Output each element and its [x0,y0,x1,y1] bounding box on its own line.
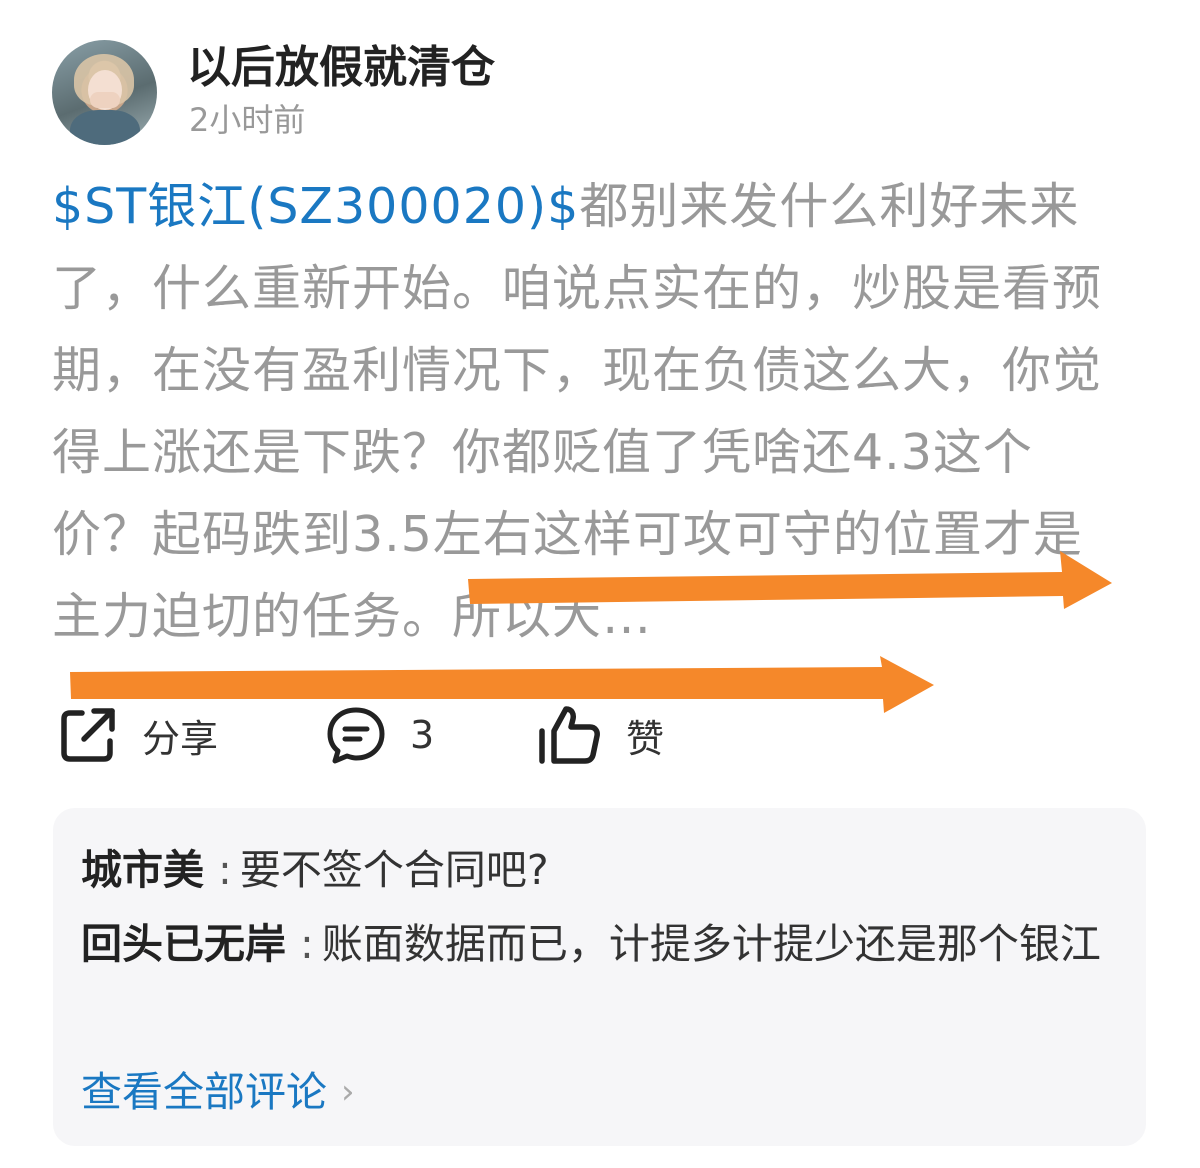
comment-separator: : [218,846,232,894]
comment-separator: : [300,920,314,968]
avatar-hands [90,92,120,108]
avatar[interactable] [52,40,157,145]
comment-icon [326,705,386,765]
comments-panel: 城市美: 要不签个合同吧? 回头已无岸: 账面数据而已，计提多计提少还是那个银江 查… [53,808,1146,1146]
stock-link[interactable]: $ST银江(SZ300020)$ [52,178,579,235]
comment-text: 账面数据而已，计提多计提少还是那个银江 [321,920,1101,968]
view-all-comments-label: 查看全部评论 [81,1068,327,1116]
share-button[interactable]: 分享 [58,700,218,770]
comment-item[interactable]: 回头已无岸: 账面数据而已，计提多计提少还是那个银江 [81,912,1111,977]
thumbs-up-icon [538,705,602,765]
comment-count: 3 [410,713,435,757]
share-label: 分享 [142,716,219,761]
comment-item[interactable]: 城市美: 要不签个合同吧? [81,838,1111,903]
comment-author[interactable]: 城市美 [81,846,204,894]
view-all-comments-link[interactable]: 查看全部评论 › [81,1064,355,1120]
post-content[interactable]: $ST银江(SZ300020)$都别来发什么利好未来了，什么重新开始。咱说点实在… [52,166,1132,658]
share-icon [58,705,118,765]
like-button[interactable]: 赞 [538,700,664,770]
author-name[interactable]: 以后放假就清仓 [187,40,495,96]
post-header: 以后放假就清仓 2小时前 [52,40,1152,150]
avatar-body [70,110,140,145]
post-text: 都别来发什么利好未来了，什么重新开始。咱说点实在的，炒股是看预期，在没有盈利情况… [52,178,1103,645]
chevron-right-icon: › [341,1072,355,1112]
post-time: 2小时前 [189,101,306,139]
comment-text: 要不签个合同吧? [239,846,549,894]
comment-author[interactable]: 回头已无岸 [81,920,286,968]
like-label: 赞 [626,716,665,761]
comment-button[interactable]: 3 [326,700,434,770]
post-actions: 分享 3 赞 [52,700,1152,770]
